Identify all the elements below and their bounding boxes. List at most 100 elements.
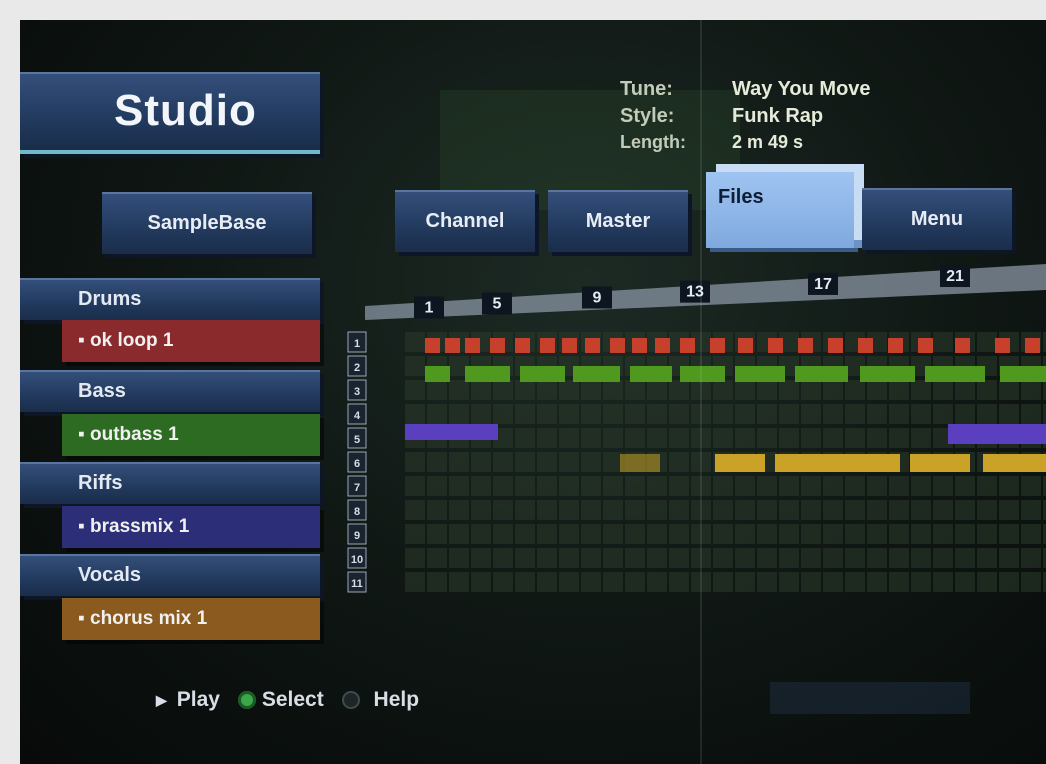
grid-cell: [537, 452, 557, 472]
grid-cell: [735, 380, 755, 400]
channel-number-label: 6: [354, 458, 360, 470]
grid-cell: [955, 476, 975, 496]
game-screen: Studio Tune: Way You Move Style: Funk Rap …: [20, 20, 1046, 764]
grid-cell: [515, 380, 535, 400]
vocal-block: [983, 454, 1046, 472]
grid-cell: [691, 404, 711, 424]
grid-cell: [801, 380, 821, 400]
grid-cell: [823, 428, 843, 448]
bass-block: [465, 366, 510, 382]
grid-cell: [427, 524, 447, 544]
drum-hit-block: [918, 338, 933, 353]
grid-cell: [471, 500, 491, 520]
grid-cell: [405, 380, 425, 400]
drum-hit-block: [562, 338, 577, 353]
bass-block: [1000, 366, 1046, 382]
bar-marker-label: 9: [593, 290, 602, 307]
grid-cell: [999, 548, 1019, 568]
grid-cell: [955, 380, 975, 400]
grid-cell: [1021, 572, 1041, 592]
grid-cell: [515, 500, 535, 520]
bass-block: [425, 366, 450, 382]
grid-cell: [867, 428, 887, 448]
grid-cell: [735, 404, 755, 424]
grid-cell: [537, 404, 557, 424]
grid-cell: [691, 548, 711, 568]
drum-hit-block: [1025, 338, 1040, 353]
grid-cell: [999, 572, 1019, 592]
grid-cell: [1021, 524, 1041, 544]
grid-cell: [449, 404, 469, 424]
grid-cell: [999, 404, 1019, 424]
bar-marker-label: 1: [425, 300, 434, 317]
grid-cell: [581, 476, 601, 496]
grid-cell: [889, 380, 909, 400]
grid-cell: [845, 380, 865, 400]
grid-cell: [713, 572, 733, 592]
drum-hit-block: [585, 338, 600, 353]
channel-number-label: 5: [354, 434, 360, 446]
bass-block: [630, 366, 672, 382]
grid-cell: [845, 404, 865, 424]
grid-cell: [581, 404, 601, 424]
grid-cell: [603, 404, 623, 424]
sequencer-grid[interactable]: 1 2 3 4 5 6 7 8 9 10 11 1 5 9 13 17 21: [20, 20, 1046, 764]
grid-cell: [537, 476, 557, 496]
grid-cell: [911, 404, 931, 424]
grid-cell: [779, 428, 799, 448]
grid-cell: [757, 548, 777, 568]
grid-cell: [823, 548, 843, 568]
grid-cell: [867, 380, 887, 400]
bass-block: [860, 366, 915, 382]
grid-cell: [515, 524, 535, 544]
grid-cell: [977, 476, 997, 496]
grid-cell: [559, 428, 579, 448]
riff-block: [948, 424, 1046, 444]
grid-cell: [427, 404, 447, 424]
grid-cell: [405, 404, 425, 424]
grid-cell: [889, 404, 909, 424]
grid-cell: [449, 524, 469, 544]
grid-cell: [735, 548, 755, 568]
grid-cell: [493, 476, 513, 496]
grid-cell: [625, 380, 645, 400]
grid-cell: [471, 404, 491, 424]
grid-cell: [691, 380, 711, 400]
grid-cell: [493, 452, 513, 472]
drum-hit-block: [425, 338, 440, 353]
grid-cell: [955, 524, 975, 544]
grid-cell: [977, 524, 997, 544]
grid-cell: [713, 404, 733, 424]
bass-block: [680, 366, 725, 382]
grid-cell: [779, 476, 799, 496]
grid-cell: [801, 500, 821, 520]
grid-cell: [911, 548, 931, 568]
grid-cell: [427, 476, 447, 496]
grid-cell: [911, 476, 931, 496]
sequencer-grid-svg[interactable]: 12345678910111 5 9 13 17 21: [20, 20, 1046, 764]
drum-hit-block: [888, 338, 903, 353]
grid-cell: [933, 476, 953, 496]
grid-cell: [471, 524, 491, 544]
grid-cell: [867, 404, 887, 424]
bass-block: [925, 366, 985, 382]
grid-cell: [713, 428, 733, 448]
channel-number-label: 2: [354, 362, 360, 374]
grid-cell: [735, 572, 755, 592]
grid-cell: [823, 404, 843, 424]
grid-cell: [779, 404, 799, 424]
grid-cell: [669, 380, 689, 400]
drum-hit-block: [738, 338, 753, 353]
channel-number-label: 7: [354, 482, 360, 494]
grid-cell: [427, 452, 447, 472]
grid-cell: [933, 332, 953, 352]
grid-cell: [515, 452, 535, 472]
grid-cell: [1021, 404, 1041, 424]
grid-cell: [977, 500, 997, 520]
grid-cell: [977, 404, 997, 424]
grid-cell: [603, 500, 623, 520]
grid-cell: [537, 380, 557, 400]
grid-cell: [559, 572, 579, 592]
grid-cell: [889, 428, 909, 448]
grid-cell: [801, 572, 821, 592]
